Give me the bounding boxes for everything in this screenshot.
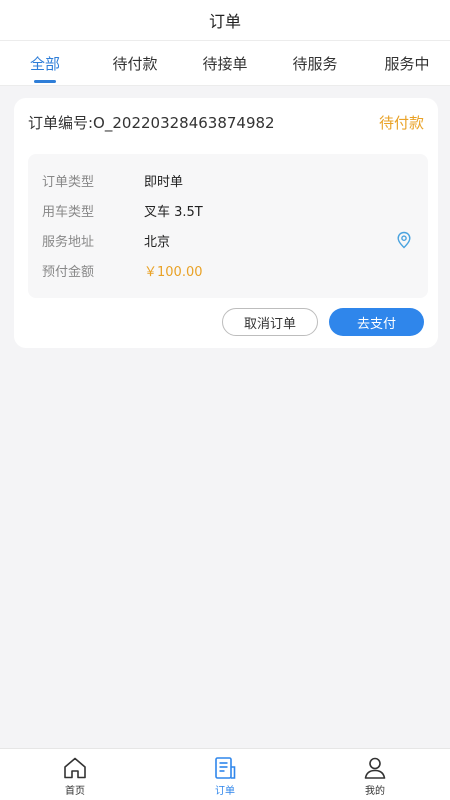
home-icon — [64, 757, 86, 779]
tab-label: 待服务 — [292, 54, 338, 73]
cancel-order-button[interactable]: 取消订单 — [222, 308, 318, 336]
service-address-row: 服务地址 北京 — [42, 230, 412, 250]
order-card[interactable]: 订单编号:O_20220328463874982 待付款 订单类型 即时单 用车… — [14, 98, 438, 348]
order-status-badge: 待付款 — [378, 114, 424, 132]
vehicle-type-value: 叉车 3.5T — [144, 204, 203, 220]
location-pin-icon[interactable] — [396, 231, 412, 249]
tab-label: 全部 — [29, 54, 60, 73]
prepaid-amount-row: 预付金额 ￥100.00 — [42, 260, 412, 280]
nav-home[interactable]: 首页 — [35, 755, 115, 799]
tab-pending-acceptance[interactable]: 待接单 — [190, 41, 260, 85]
prepaid-amount-value: ￥100.00 — [144, 264, 203, 280]
vehicle-type-label: 用车类型 — [42, 204, 95, 220]
active-tab-indicator — [34, 80, 56, 83]
tab-pending-payment[interactable]: 待付款 — [100, 41, 170, 85]
pay-button[interactable]: 去支付 — [329, 308, 424, 336]
order-number: 订单编号:O_20220328463874982 — [28, 114, 275, 132]
tab-label: 待付款 — [112, 54, 158, 73]
nav-label: 我的 — [365, 786, 385, 797]
nav-label: 首页 — [65, 786, 85, 797]
user-icon — [364, 757, 386, 779]
vehicle-type-row: 用车类型 叉车 3.5T — [42, 200, 412, 220]
nav-orders[interactable]: 订单 — [185, 755, 265, 799]
top-bar: 订单 — [0, 0, 450, 40]
service-address-value: 北京 — [144, 234, 171, 250]
order-list-icon — [215, 757, 236, 779]
prepaid-amount-label: 预付金额 — [42, 264, 95, 280]
tab-in-service[interactable]: 服务中 — [372, 41, 442, 85]
nav-profile[interactable]: 我的 — [335, 755, 415, 799]
order-tabs: 全部 待付款 待接单 待服务 服务中 — [0, 40, 450, 86]
order-type-row: 订单类型 即时单 — [42, 170, 412, 190]
tab-pending-service[interactable]: 待服务 — [280, 41, 350, 85]
page-title: 订单 — [208, 12, 241, 31]
service-address-label: 服务地址 — [42, 234, 95, 250]
tab-label: 服务中 — [384, 54, 430, 73]
nav-label: 订单 — [215, 786, 235, 797]
tab-all[interactable]: 全部 — [20, 41, 70, 85]
tab-label: 待接单 — [202, 54, 248, 73]
order-detail-panel: 订单类型 即时单 用车类型 叉车 3.5T 服务地址 北京 预付金额 ￥100.… — [28, 154, 428, 298]
bottom-navigation: 首页 订单 我的 — [0, 748, 450, 800]
order-type-label: 订单类型 — [42, 174, 95, 190]
order-type-value: 即时单 — [144, 174, 184, 190]
